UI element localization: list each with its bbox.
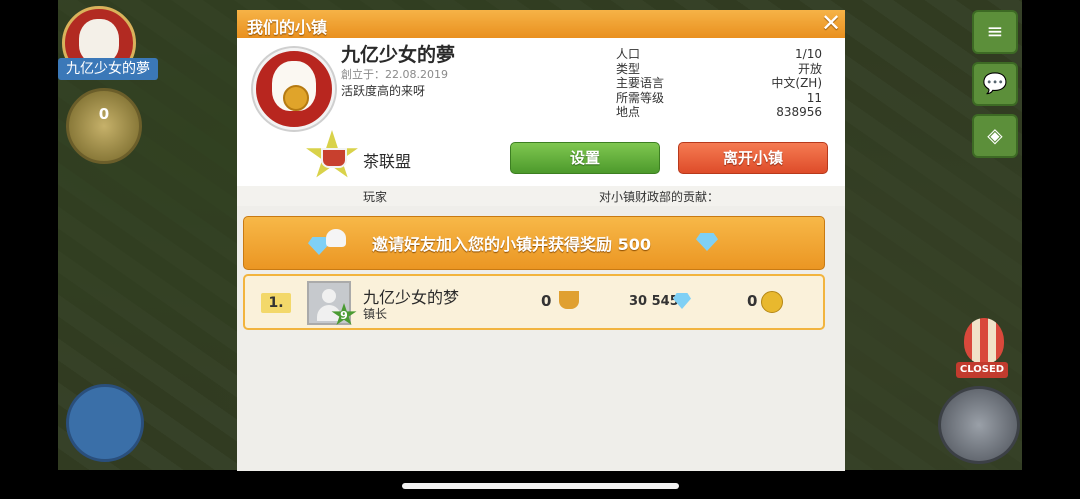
stat-label: 所需等级	[616, 90, 665, 105]
invite-friends-button[interactable]: 邀请好友加入您的小镇并获得奖励 500	[243, 216, 825, 270]
invite-friends-icon	[308, 227, 350, 259]
stat-value: 838956	[776, 105, 822, 119]
member-trophies: 0	[541, 292, 552, 310]
town-emblem	[253, 48, 335, 130]
member-coins: 0	[747, 292, 758, 310]
town-stats-values: 1/10 开放 中文(ZH) 11 838956	[737, 47, 822, 120]
menu-button[interactable]: ≡	[972, 10, 1018, 54]
member-list-header: 玩家 对小镇财政部的贡献：	[237, 186, 845, 206]
invite-text: 邀请好友加入您的小镇并获得奖励 500	[372, 235, 651, 254]
column-contribution: 对小镇财政部的贡献：	[599, 190, 720, 204]
dialog-header: 我们的小镇 ✕	[237, 10, 845, 38]
diamond-icon	[696, 233, 718, 251]
stat-value: 中文(ZH)	[771, 76, 822, 90]
chat-button[interactable]: 💬	[972, 62, 1018, 106]
closed-sign: CLOSED	[956, 362, 1008, 378]
home-indicator[interactable]	[402, 483, 679, 489]
player-name-hud: 九亿少女的夢	[58, 58, 158, 80]
alliance-emblem	[305, 130, 359, 182]
town-dialog: 我们的小镇 ✕ 九亿少女的夢 創立于：22.08.2019 活跃度高的来呀 人口…	[237, 10, 845, 471]
stat-value: 1/10	[795, 47, 822, 61]
member-gems: 30 545	[629, 294, 679, 309]
town-stats-labels: 人口 类型 主要语言 所需等级 地点	[616, 47, 664, 120]
stat-label: 人口	[616, 47, 641, 61]
stat-value: 11	[806, 90, 822, 105]
people-icon	[326, 229, 346, 247]
avatar-head	[322, 289, 336, 303]
balloon-shop-button[interactable]: CLOSED	[952, 318, 1018, 380]
column-player: 玩家	[363, 190, 388, 204]
teacup-icon	[321, 148, 347, 168]
founded-date: 創立于：22.08.2019	[341, 68, 448, 81]
hot-air-balloon-icon	[964, 318, 1004, 364]
coin-icon	[283, 85, 309, 111]
member-role: 镇长	[363, 307, 388, 321]
trophy-icon	[559, 291, 579, 309]
member-rank: 1.	[261, 293, 291, 313]
stat-value: 开放	[797, 61, 822, 76]
menu-icon: ≡	[986, 19, 1004, 43]
stat-label: 地点	[616, 105, 641, 119]
friends-button[interactable]: ◈	[972, 114, 1018, 158]
friends-icon: ◈	[987, 123, 1003, 147]
town-info-panel: 九亿少女的夢 創立于：22.08.2019 活跃度高的来呀 人口 类型 主要语言…	[237, 38, 845, 186]
member-row[interactable]: 1. 9 九亿少女的梦 镇长 0 30 545 0	[243, 274, 825, 330]
close-icon[interactable]: ✕	[819, 11, 843, 35]
dialog-title: 我们的小镇	[247, 18, 328, 37]
build-menu-button[interactable]	[66, 384, 144, 462]
alliance-name: 茶联盟	[363, 152, 412, 171]
stat-label: 主要语言	[616, 76, 665, 90]
stat-label: 类型	[616, 61, 641, 76]
cash-register-button[interactable]	[938, 386, 1020, 464]
town-description: 活跃度高的来呀	[341, 84, 426, 98]
chat-icon: 💬	[982, 71, 1008, 95]
coin-icon	[761, 291, 783, 313]
medal-count: 0	[98, 105, 110, 123]
settings-button[interactable]: 设置	[510, 142, 660, 174]
town-name: 九亿少女的夢	[341, 44, 456, 66]
medal-badge[interactable]: 0	[66, 88, 142, 164]
leave-town-button[interactable]: 离开小镇	[678, 142, 828, 174]
lucky-cat-icon	[79, 19, 119, 63]
